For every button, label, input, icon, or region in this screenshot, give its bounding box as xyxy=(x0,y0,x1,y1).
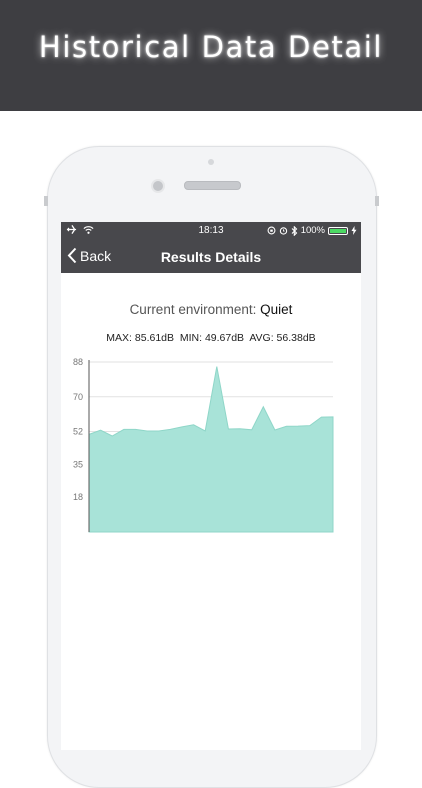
navigation-bar: 18:13 100% Back Results Details xyxy=(61,222,361,273)
environment-label: Current environment: xyxy=(129,302,257,317)
bluetooth-icon xyxy=(291,225,297,236)
orientation-lock-icon xyxy=(267,226,276,235)
environment-status: Current environment: Quiet xyxy=(61,302,361,317)
earpiece-speaker xyxy=(184,181,241,190)
min-value: MIN: 49.67dB xyxy=(179,332,245,344)
page-title: Results Details xyxy=(160,249,262,265)
status-right: 100% xyxy=(267,225,357,236)
environment-value: Quiet xyxy=(260,302,293,317)
proximity-sensor xyxy=(208,159,214,165)
y-tick-label: 52 xyxy=(73,427,83,437)
alarm-icon xyxy=(279,227,287,235)
max-value: MAX: 85.61dB xyxy=(106,332,175,344)
banner: Historical Data Detail xyxy=(0,0,422,111)
y-tick-label: 18 xyxy=(73,492,83,502)
front-camera xyxy=(151,179,165,193)
charging-bolt-icon xyxy=(351,226,357,235)
status-bar: 18:13 100% xyxy=(61,222,361,239)
decibel-area-series xyxy=(88,366,334,533)
battery-icon xyxy=(328,226,348,235)
sound-statistics: MAX: 85.61dB MIN: 49.67dB AVG: 56.38dB xyxy=(61,332,361,344)
banner-title: Historical Data Detail xyxy=(38,30,384,64)
side-button-right xyxy=(375,196,379,206)
y-tick-label: 35 xyxy=(73,459,83,469)
decibel-area-chart: 88 70 52 35 18 xyxy=(73,357,334,533)
battery-percent: 100% xyxy=(300,225,325,236)
battery-fill xyxy=(330,228,346,233)
phone-screen: 18:13 100% Back Results Details Current … xyxy=(61,222,361,750)
side-button-left xyxy=(44,196,48,206)
y-tick-label: 70 xyxy=(73,392,83,402)
avg-value: AVG: 56.38dB xyxy=(249,332,316,344)
y-tick-label: 88 xyxy=(73,357,83,367)
